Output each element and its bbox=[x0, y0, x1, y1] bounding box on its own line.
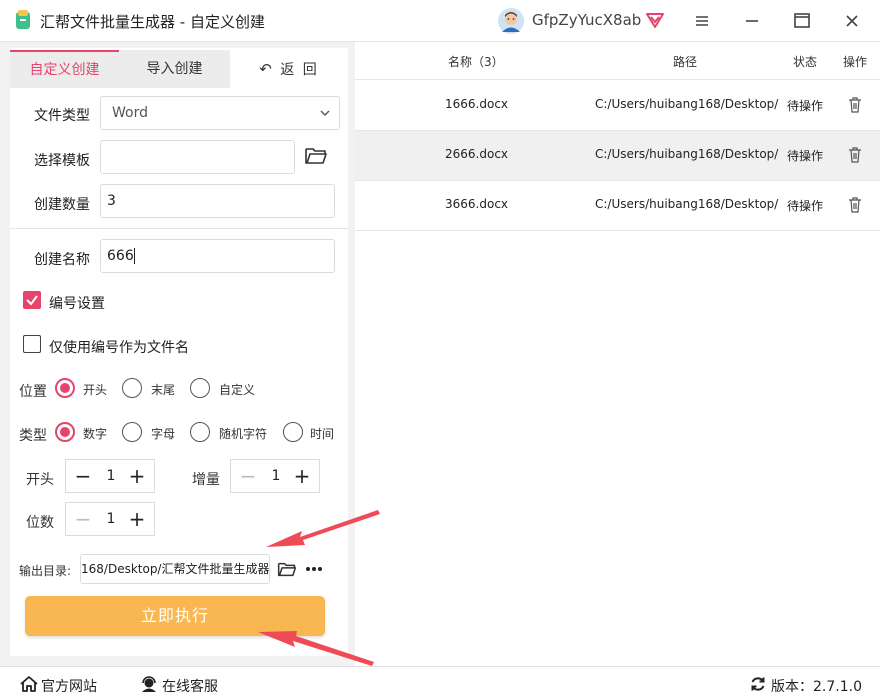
official-website-link[interactable]: 官方网站 bbox=[41, 676, 97, 696]
arrow-to-output-dir bbox=[266, 510, 380, 547]
bottom-bar: 官方网站 在线客服 版本：2.7.1.0 bbox=[0, 666, 880, 700]
version-label: 版本：2.7.1.0 bbox=[771, 679, 862, 695]
refresh-icon[interactable] bbox=[750, 676, 766, 692]
home-icon bbox=[20, 676, 38, 692]
online-support-link[interactable]: 在线客服 bbox=[162, 676, 218, 696]
arrow-to-run-button bbox=[258, 631, 374, 666]
annotation-arrows bbox=[258, 510, 380, 666]
customer-service-icon bbox=[142, 676, 156, 692]
